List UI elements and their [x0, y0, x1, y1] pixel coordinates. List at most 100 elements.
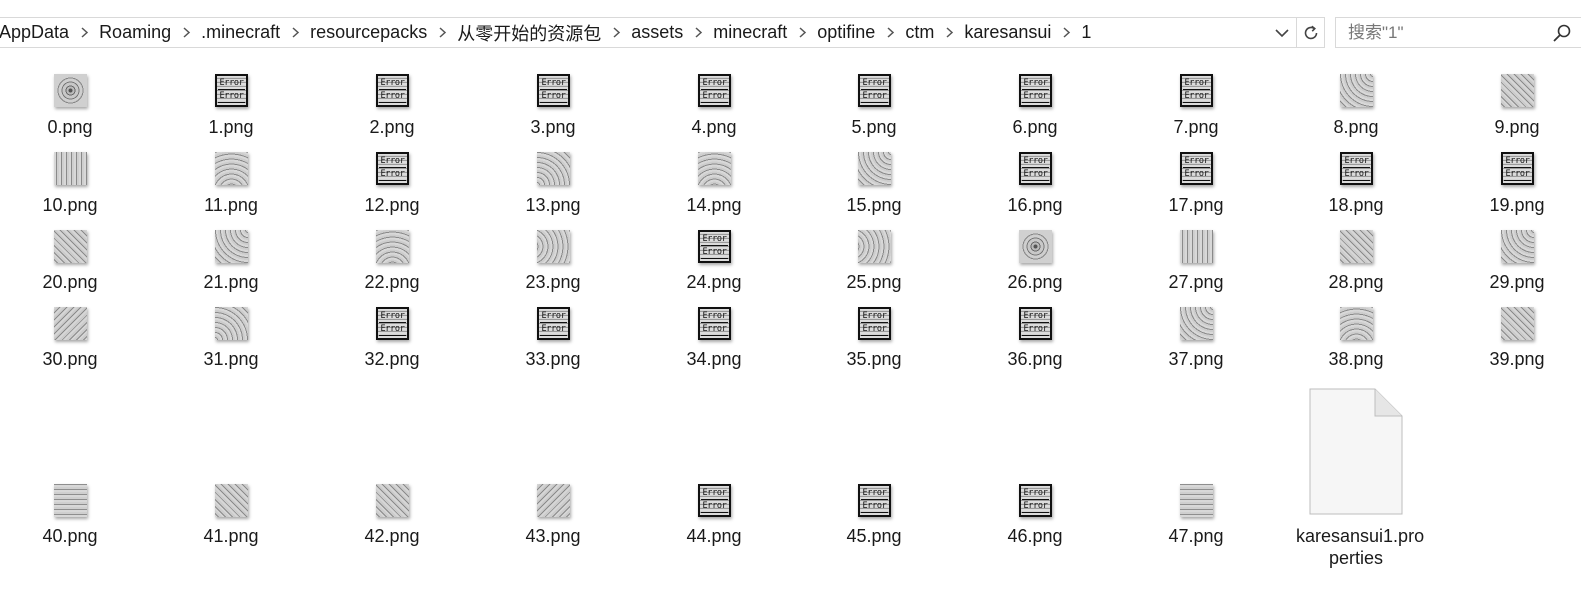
- breadcrumb-item[interactable]: ctm: [905, 18, 934, 47]
- file-item[interactable]: Error Error 32.png: [332, 307, 452, 372]
- file-item[interactable]: 13.png: [493, 152, 613, 218]
- file-item[interactable]: 14.png: [654, 152, 774, 218]
- file-item[interactable]: Error Error 3.png: [493, 74, 613, 140]
- breadcrumb-item[interactable]: 从零开始的资源包: [457, 18, 601, 47]
- file-item[interactable]: 10.png: [10, 152, 130, 218]
- chevron-right-icon[interactable]: [427, 18, 457, 47]
- file-item[interactable]: Error Error 34.png: [654, 307, 774, 372]
- file-item[interactable]: 15.png: [814, 152, 934, 218]
- chevron-right-icon[interactable]: [787, 18, 817, 47]
- file-item[interactable]: 41.png: [171, 484, 291, 549]
- file-item[interactable]: 20.png: [10, 230, 130, 295]
- file-item[interactable]: 28.png: [1296, 230, 1416, 295]
- file-thumbnail: [1340, 230, 1373, 263]
- file-thumbnail: [537, 152, 570, 185]
- breadcrumb-item[interactable]: AppData: [0, 18, 69, 47]
- breadcrumb-item[interactable]: resourcepacks: [310, 18, 427, 47]
- file-item[interactable]: 39.png: [1457, 307, 1577, 372]
- file-item[interactable]: Error Error 24.png: [654, 230, 774, 295]
- file-item[interactable]: Error Error 7.png: [1136, 74, 1256, 140]
- file-item[interactable]: Error Error 5.png: [814, 74, 934, 140]
- breadcrumb-item[interactable]: 1: [1081, 18, 1091, 47]
- file-name: 11.png: [204, 195, 258, 215]
- file-thumbnail: [1180, 307, 1213, 340]
- file-name: 41.png: [203, 526, 259, 546]
- breadcrumb-item[interactable]: karesansui: [964, 18, 1051, 47]
- file-item[interactable]: Error Error 4.png: [654, 74, 774, 140]
- file-item[interactable]: 21.png: [171, 230, 291, 295]
- file-name: 37.png: [1168, 349, 1224, 369]
- file-name: 18.png: [1328, 195, 1384, 215]
- file-thumbnail: [858, 152, 891, 185]
- error-texture-text: Error: [1504, 169, 1531, 181]
- file-thumbnail: [1501, 307, 1534, 340]
- chevron-down-icon[interactable]: [1268, 18, 1296, 47]
- error-texture-text: Error: [861, 501, 888, 513]
- chevron-right-icon[interactable]: [280, 18, 310, 47]
- file-item[interactable]: karesansui1.pro perties: [1296, 388, 1424, 573]
- breadcrumb-item[interactable]: Roaming: [99, 18, 171, 47]
- file-item[interactable]: 31.png: [171, 307, 291, 372]
- file-thumbnail: [1340, 307, 1373, 340]
- file-item[interactable]: Error Error 44.png: [654, 484, 774, 549]
- breadcrumb-label: .minecraft: [201, 22, 281, 42]
- search-input[interactable]: [1346, 21, 1550, 44]
- error-texture-text: Error: [1183, 78, 1210, 90]
- file-thumbnail: [537, 230, 570, 263]
- file-item[interactable]: Error Error 35.png: [814, 307, 934, 372]
- chevron-right-icon[interactable]: [875, 18, 905, 47]
- file-item[interactable]: Error Error 16.png: [975, 152, 1095, 218]
- chevron-right-icon[interactable]: [601, 18, 631, 47]
- file-item[interactable]: Error Error 1.png: [171, 74, 291, 140]
- error-texture-text: Error: [1022, 156, 1049, 168]
- file-item[interactable]: 9.png: [1457, 74, 1577, 140]
- file-thumbnail: [1180, 484, 1213, 517]
- breadcrumb-item[interactable]: assets: [631, 18, 683, 47]
- refresh-button[interactable]: [1296, 17, 1325, 48]
- file-thumbnail: [215, 307, 248, 340]
- file-item[interactable]: 47.png: [1136, 484, 1256, 549]
- chevron-right-icon[interactable]: [1051, 18, 1081, 47]
- file-item[interactable]: Error Error 18.png: [1296, 152, 1416, 218]
- file-item[interactable]: Error Error 17.png: [1136, 152, 1256, 218]
- file-thumbnail: [376, 230, 409, 263]
- file-item[interactable]: 27.png: [1136, 230, 1256, 295]
- search-icon[interactable]: [1552, 23, 1572, 43]
- file-item[interactable]: Error Error 45.png: [814, 484, 934, 549]
- file-item[interactable]: 0.png: [10, 74, 130, 140]
- chevron-right-icon[interactable]: [171, 18, 201, 47]
- chevron-right-icon[interactable]: [69, 18, 99, 47]
- file-item[interactable]: 38.png: [1296, 307, 1416, 372]
- file-thumbnail: [1340, 74, 1373, 107]
- file-item[interactable]: 29.png: [1457, 230, 1577, 295]
- file-item[interactable]: 40.png: [10, 484, 130, 549]
- file-item[interactable]: 8.png: [1296, 74, 1416, 140]
- chevron-right-icon[interactable]: [683, 18, 713, 47]
- file-item[interactable]: Error Error 6.png: [975, 74, 1095, 140]
- file-item[interactable]: 22.png: [332, 230, 452, 295]
- file-item[interactable]: Error Error 19.png: [1457, 152, 1577, 218]
- file-thumbnail: Error Error: [376, 74, 409, 107]
- breadcrumb-label: minecraft: [713, 22, 788, 42]
- breadcrumb-item[interactable]: minecraft: [713, 18, 787, 47]
- file-item[interactable]: 30.png: [10, 307, 130, 372]
- file-item[interactable]: Error Error 12.png: [332, 152, 452, 218]
- breadcrumb-item[interactable]: .minecraft: [201, 18, 280, 47]
- file-item[interactable]: Error Error 36.png: [975, 307, 1095, 372]
- file-item[interactable]: 25.png: [814, 230, 934, 295]
- file-item[interactable]: 23.png: [493, 230, 613, 295]
- file-item[interactable]: Error Error 33.png: [493, 307, 613, 372]
- file-item[interactable]: 42.png: [332, 484, 452, 549]
- breadcrumb-item[interactable]: optifine: [817, 18, 875, 47]
- search-box[interactable]: [1335, 17, 1581, 48]
- breadcrumb-label: assets: [631, 22, 684, 42]
- file-item[interactable]: 43.png: [493, 484, 613, 549]
- address-bar[interactable]: AppData Roaming .minecraft resourcepacks 从零开…: [0, 17, 1296, 48]
- file-item[interactable]: Error Error 46.png: [975, 484, 1095, 549]
- error-texture-text: Error: [1022, 91, 1049, 103]
- file-item[interactable]: 11.png: [171, 152, 291, 218]
- file-item[interactable]: Error Error 2.png: [332, 74, 452, 140]
- file-item[interactable]: 26.png: [975, 230, 1095, 295]
- chevron-right-icon[interactable]: [934, 18, 964, 47]
- file-item[interactable]: 37.png: [1136, 307, 1256, 372]
